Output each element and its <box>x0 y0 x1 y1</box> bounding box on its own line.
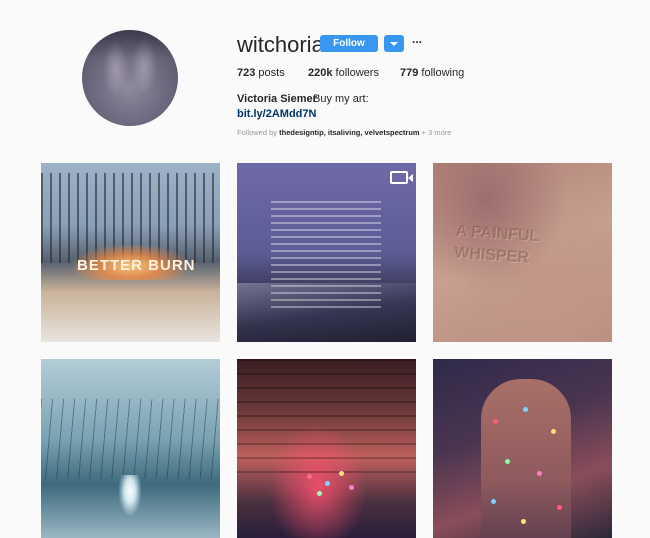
followed-by-users[interactable]: thedesigntip, itsaliving, velvetspectrum <box>279 128 419 137</box>
posts-stat: 723 posts <box>237 67 285 79</box>
post-overlay-text: A PAINFUL WHISPER <box>453 222 540 267</box>
video-icon <box>390 171 413 184</box>
followers-stat[interactable]: 220k followers <box>308 67 379 79</box>
following-count: 779 <box>400 67 419 79</box>
followers-count: 220k <box>308 67 333 79</box>
more-options-button[interactable]: ... <box>410 33 424 48</box>
posts-count: 723 <box>237 67 256 79</box>
post-tile[interactable] <box>237 359 416 538</box>
followers-label: followers <box>335 67 379 79</box>
suggestions-dropdown-button[interactable] <box>384 35 404 52</box>
following-stat[interactable]: 779 following <box>400 67 464 79</box>
post-tile[interactable] <box>433 359 612 538</box>
following-label: following <box>421 67 465 79</box>
post-overlay-text: BETTER BURN <box>77 257 196 274</box>
followed-by-prefix: Followed by <box>237 128 278 137</box>
post-tile[interactable] <box>237 163 416 342</box>
post-tile[interactable]: A PAINFUL WHISPER <box>433 163 612 342</box>
followed-by: Followed by thedesigntip, itsaliving, ve… <box>237 128 451 137</box>
posts-label: posts <box>258 67 285 79</box>
profile-username: witchoria <box>237 32 324 57</box>
profile-full-name: Victoria Siemer <box>237 93 317 105</box>
avatar[interactable] <box>82 30 178 126</box>
follow-button[interactable]: Follow <box>320 35 378 52</box>
post-tile[interactable] <box>41 359 220 538</box>
profile-link[interactable]: bit.ly/2AMdd7N <box>237 108 316 120</box>
post-tile[interactable]: BETTER BURN <box>41 163 220 342</box>
chevron-down-icon <box>390 42 398 46</box>
profile-bio: Buy my art: <box>313 93 369 105</box>
followed-by-more[interactable]: + 3 more <box>422 128 452 137</box>
